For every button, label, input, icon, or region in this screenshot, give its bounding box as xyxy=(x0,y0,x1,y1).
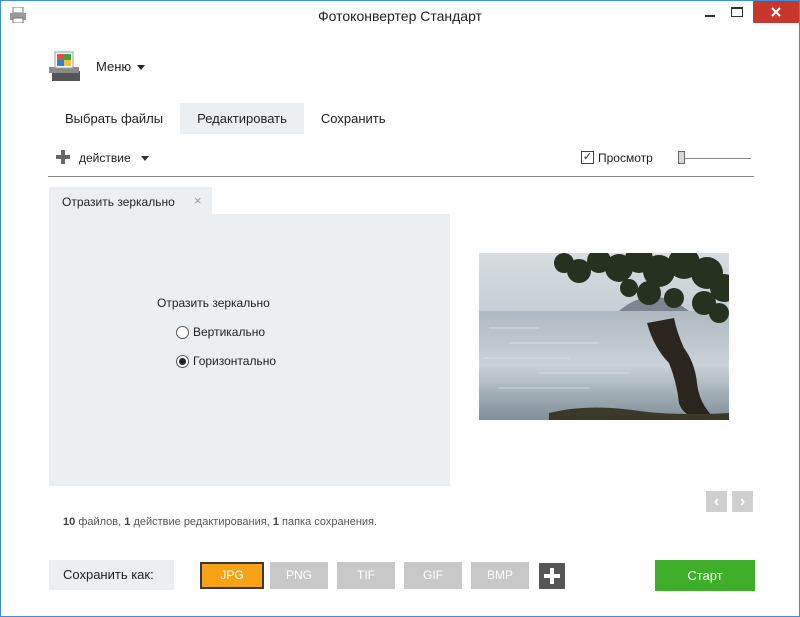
minimize-button[interactable] xyxy=(696,1,724,23)
next-button[interactable]: › xyxy=(732,491,753,512)
menu-button[interactable]: Меню xyxy=(96,59,131,74)
actions-text: действие редактирования, xyxy=(133,516,270,528)
preview-checkbox[interactable]: ✓ xyxy=(581,151,594,164)
save-as-label: Сохранить как: xyxy=(49,560,174,590)
option-label: Горизонтально xyxy=(193,354,277,368)
chevron-down-icon[interactable] xyxy=(141,156,149,161)
radio-button[interactable] xyxy=(176,325,189,339)
edit-action-tab[interactable]: Отразить зеркально × xyxy=(49,187,212,214)
actions-count: 1 xyxy=(124,516,131,528)
preview-image xyxy=(479,253,729,420)
toolbar-divider xyxy=(48,176,754,177)
window-title: Фотоконвертер Стандарт xyxy=(318,8,482,24)
format-tif-button[interactable]: TIF xyxy=(337,562,395,589)
format-gif-button[interactable]: GIF xyxy=(404,562,462,589)
previous-button[interactable]: ‹ xyxy=(706,491,727,512)
files-text: файлов, xyxy=(78,516,122,528)
zoom-slider-track[interactable] xyxy=(681,158,751,159)
folders-count: 1 xyxy=(272,516,279,528)
panel-heading: Отразить зеркально xyxy=(157,296,270,310)
option-label: Вертикально xyxy=(193,325,266,339)
tab-save[interactable]: Сохранить xyxy=(304,103,403,134)
close-button[interactable] xyxy=(753,1,799,23)
chevron-down-icon[interactable] xyxy=(137,65,145,70)
add-format-button[interactable] xyxy=(539,563,565,589)
option-vertical[interactable]: Вертикально xyxy=(176,325,265,339)
tab-edit[interactable]: Редактировать xyxy=(180,103,304,134)
summary-line: 10 файлов, 1 действие редактирования, 1 … xyxy=(63,516,377,528)
files-count: 10 xyxy=(63,516,76,528)
main-tabs: Выбрать файлы Редактировать Сохранить xyxy=(48,103,403,134)
plus-icon[interactable] xyxy=(56,150,70,164)
preview-label[interactable]: Просмотр xyxy=(598,151,653,165)
add-action-button[interactable]: действие xyxy=(79,151,131,165)
zoom-slider-handle[interactable] xyxy=(678,151,685,164)
option-horizontal[interactable]: Горизонтально xyxy=(176,354,276,368)
format-bmp-button[interactable]: BMP xyxy=(471,562,529,589)
maximize-button[interactable] xyxy=(723,1,751,23)
close-icon[interactable]: × xyxy=(194,193,202,208)
edit-action-tab-label: Отразить зеркально xyxy=(62,195,175,209)
folders-text: папка сохранения. xyxy=(282,516,378,528)
start-button[interactable]: Старт xyxy=(655,560,755,591)
maximize-icon xyxy=(731,7,743,17)
tab-select-files[interactable]: Выбрать файлы xyxy=(48,103,180,134)
format-png-button[interactable]: PNG xyxy=(270,562,328,589)
app-logo-icon[interactable] xyxy=(48,49,82,83)
radio-button[interactable] xyxy=(176,354,189,368)
close-icon xyxy=(771,7,781,17)
app-window: Фотоконвертер Стандарт Меню Выбрать файл… xyxy=(0,0,800,617)
minimize-icon xyxy=(705,15,715,17)
edit-settings-panel: Отразить зеркально Вертикально Горизонта… xyxy=(49,214,450,486)
format-jpg-button[interactable]: JPG xyxy=(200,562,264,589)
title-bar: Фотоконвертер Стандарт xyxy=(1,1,799,31)
